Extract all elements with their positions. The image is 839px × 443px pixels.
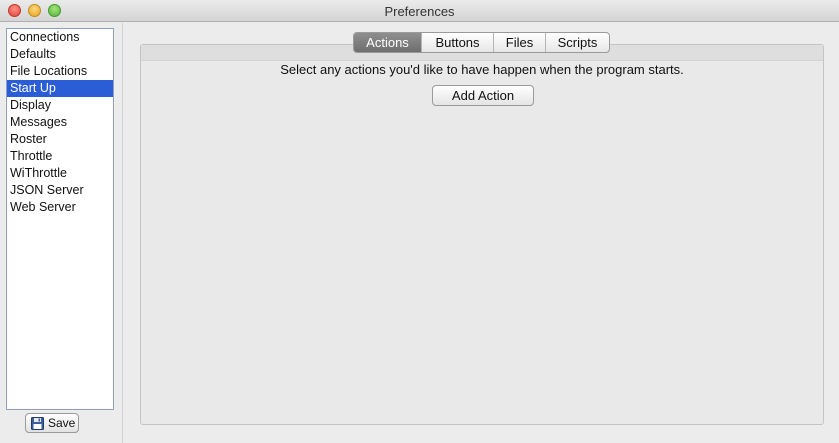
sidebar: Connections Defaults File Locations Star… (0, 23, 123, 443)
preferences-window: Preferences Connections Defaults File Lo… (0, 0, 839, 443)
sidebar-item-messages[interactable]: Messages (7, 114, 113, 131)
save-button-label: Save (48, 416, 76, 430)
tab-buttons[interactable]: Buttons (422, 33, 494, 52)
sidebar-item-json-server[interactable]: JSON Server (7, 182, 113, 199)
add-action-button[interactable]: Add Action (432, 85, 534, 106)
sidebar-item-throttle[interactable]: Throttle (7, 148, 113, 165)
sidebar-item-roster[interactable]: Roster (7, 131, 113, 148)
window-title: Preferences (384, 4, 455, 19)
sidebar-item-withrottle[interactable]: WiThrottle (7, 165, 113, 182)
sidebar-item-start-up[interactable]: Start Up (7, 80, 113, 97)
tab-actions[interactable]: Actions (354, 33, 422, 52)
sidebar-item-file-locations[interactable]: File Locations (7, 63, 113, 80)
preferences-category-list[interactable]: Connections Defaults File Locations Star… (6, 28, 114, 410)
instruction-text: Select any actions you'd like to have ha… (280, 62, 684, 77)
tab-bar: Actions Buttons Files Scripts (353, 32, 610, 53)
title-bar[interactable]: Preferences (0, 0, 839, 22)
tab-files[interactable]: Files (494, 33, 546, 52)
save-button[interactable]: Save (25, 413, 79, 433)
floppy-disk-icon (31, 416, 44, 430)
tab-scripts[interactable]: Scripts (546, 33, 609, 52)
sidebar-item-defaults[interactable]: Defaults (7, 46, 113, 63)
sidebar-item-web-server[interactable]: Web Server (7, 199, 113, 216)
sidebar-item-display[interactable]: Display (7, 97, 113, 114)
sidebar-item-connections[interactable]: Connections (7, 29, 113, 46)
